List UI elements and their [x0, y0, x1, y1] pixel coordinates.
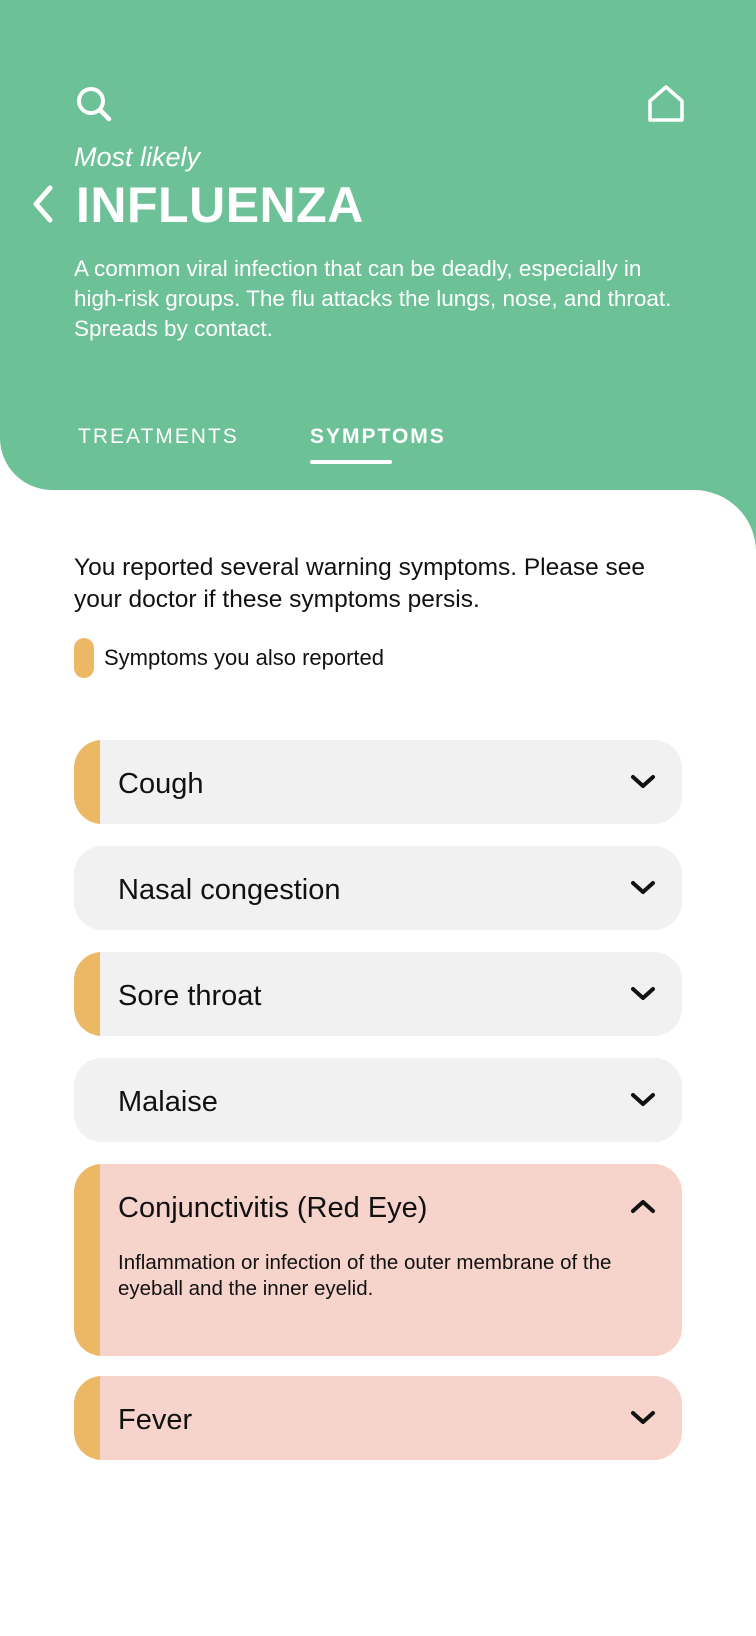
symptom-card-sore-throat[interactable]: Sore throat: [74, 952, 682, 1036]
symptom-card-malaise[interactable]: Malaise: [74, 1058, 682, 1142]
active-tab-indicator: [310, 460, 392, 464]
symptom-label: Sore throat: [118, 980, 262, 1012]
symptom-label: Cough: [118, 768, 204, 800]
search-icon: [77, 87, 112, 122]
tab-symptoms[interactable]: SYMPTOMS: [310, 425, 446, 449]
content-curve: [0, 490, 756, 560]
symptom-label: Malaise: [118, 1086, 218, 1118]
symptom-card-conjunctivitis[interactable]: Conjunctivitis (Red Eye) Inflammation or…: [74, 1164, 682, 1356]
chevron-down-icon[interactable]: [628, 1406, 658, 1430]
warning-message: You reported several warning symptoms. P…: [74, 554, 646, 613]
legend-label: Symptoms you also reported: [104, 645, 385, 670]
diagnosis-title: INFLUENZA: [76, 177, 364, 233]
symptom-label: Conjunctivitis (Red Eye): [118, 1192, 428, 1224]
symptom-card-cough[interactable]: Cough: [74, 740, 682, 824]
symptom-detail: Inflammation or infection of the outer m…: [118, 1251, 612, 1300]
chevron-left-icon: [33, 185, 53, 223]
symptom-label: Fever: [118, 1404, 193, 1436]
legend-swatch: [74, 638, 94, 678]
reported-marker: [74, 740, 100, 824]
reported-marker: [74, 952, 100, 1036]
reported-marker: [74, 1376, 100, 1460]
symptom-card-fever[interactable]: Fever: [74, 1376, 682, 1460]
reported-marker: [74, 1164, 100, 1356]
back-button[interactable]: [28, 182, 58, 226]
chevron-down-icon[interactable]: [628, 770, 658, 794]
search-button[interactable]: [74, 84, 114, 124]
symptom-card-nasal-congestion[interactable]: Nasal congestion: [74, 846, 682, 930]
header-panel: [0, 0, 756, 490]
chevron-down-icon[interactable]: [628, 876, 658, 900]
home-icon: [648, 85, 684, 122]
chevron-up-icon[interactable]: [628, 1194, 658, 1218]
diagnosis-description: A common viral infection that can be dea…: [74, 256, 672, 341]
chevron-down-icon[interactable]: [628, 1088, 658, 1112]
home-button[interactable]: [646, 84, 686, 124]
diagnosis-subtitle: Most likely: [74, 142, 201, 172]
symptom-label: Nasal congestion: [118, 874, 341, 906]
chevron-down-icon[interactable]: [628, 982, 658, 1006]
tab-treatments[interactable]: TREATMENTS: [78, 425, 239, 449]
